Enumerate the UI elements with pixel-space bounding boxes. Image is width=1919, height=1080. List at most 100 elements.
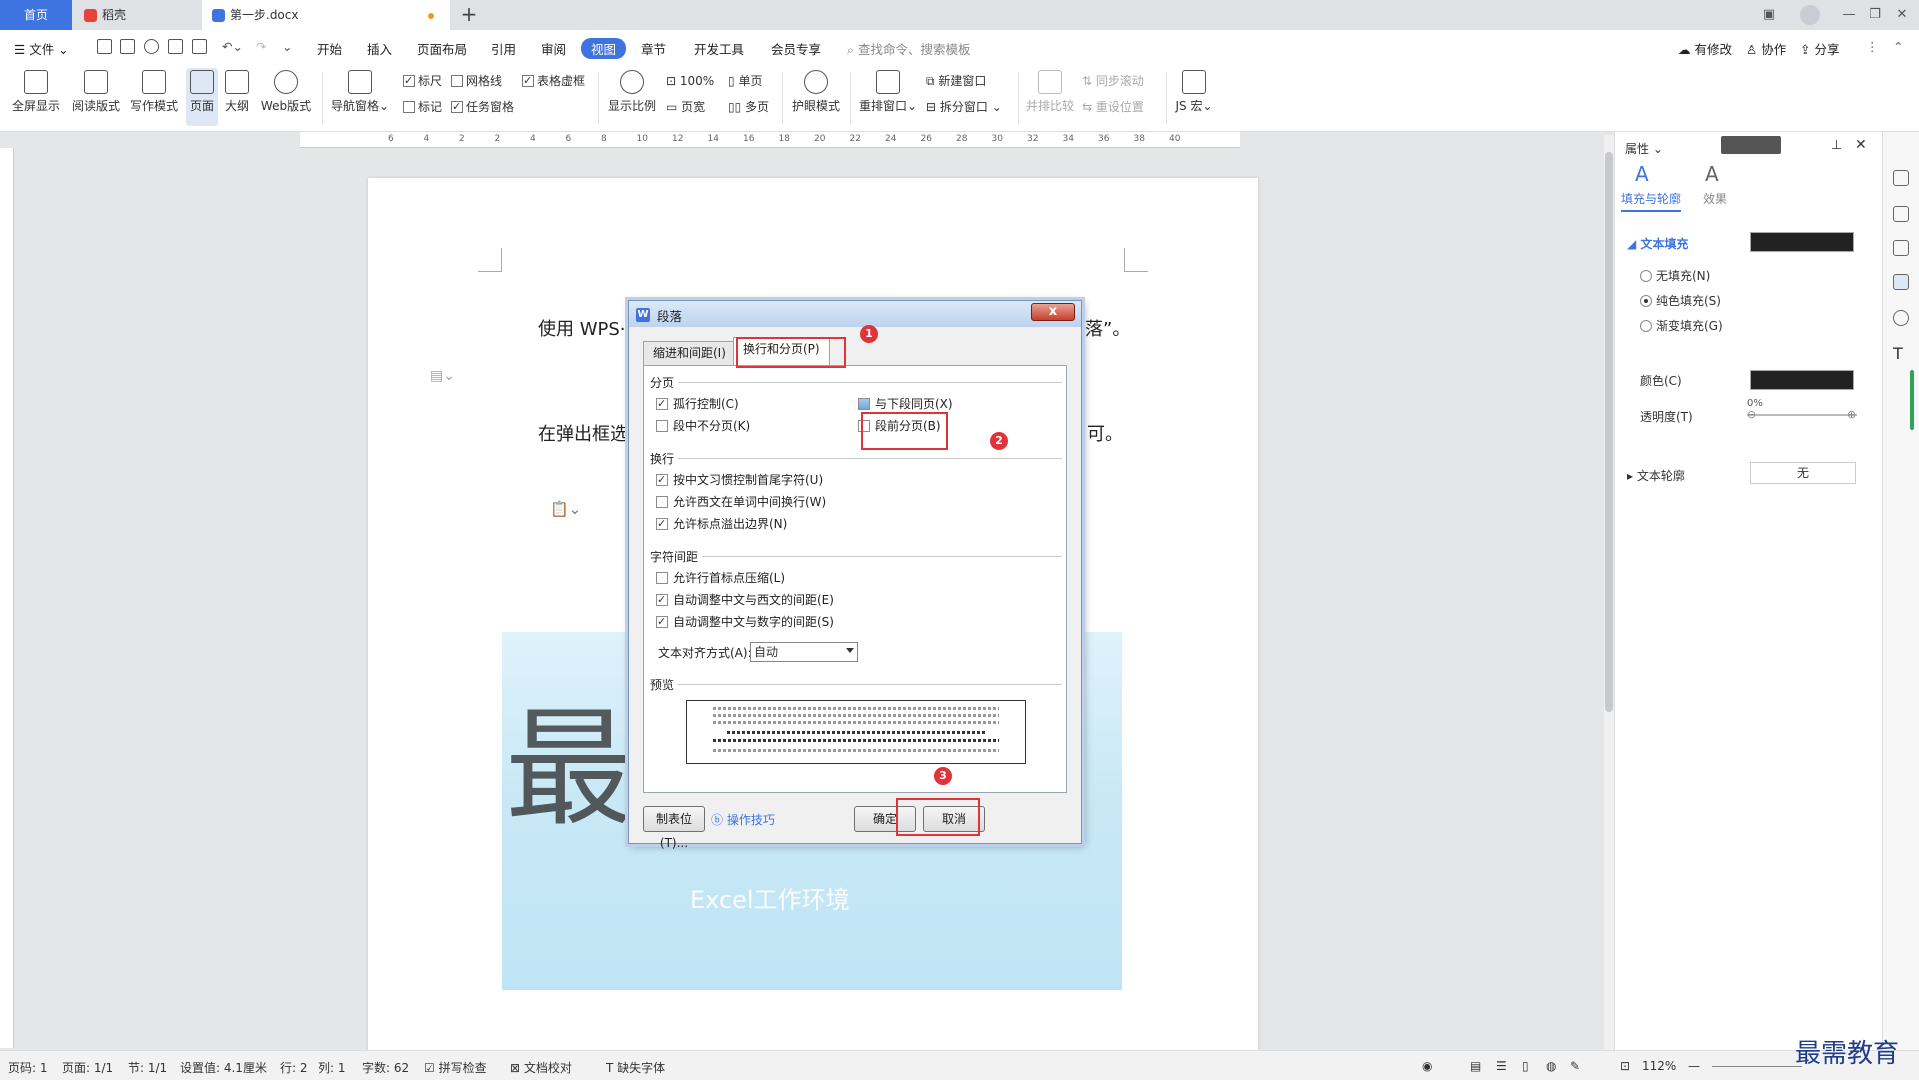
table-grid-checkbox[interactable]: 表格虚框 — [522, 72, 585, 90]
tab-home[interactable]: 首页 — [0, 0, 72, 30]
dialog-titlebar[interactable]: W 段落 x — [629, 301, 1081, 327]
page-view-status-icon[interactable]: ▤ — [1470, 1059, 1481, 1073]
page-width-button[interactable]: ▭ 页宽 — [666, 98, 705, 116]
zoom-100-button[interactable]: ⊡ 100% — [666, 72, 714, 90]
solid-fill-radio[interactable]: 纯色填充(S) — [1640, 292, 1721, 309]
panel-header[interactable]: 属性 ⌄ — [1625, 140, 1663, 157]
eye-mode-button[interactable]: 护眼模式 — [790, 68, 842, 114]
panel-style-selector[interactable] — [1721, 136, 1781, 154]
zoom-ratio-button[interactable]: 显示比例 — [606, 68, 658, 114]
gradient-fill-radio[interactable]: 渐变填充(G) — [1640, 317, 1723, 334]
plus-icon[interactable]: ⊕ — [1847, 408, 1856, 421]
new-window-button[interactable]: ⧉ 新建窗口 — [926, 72, 986, 90]
menu-insert[interactable]: 插入 — [367, 39, 392, 58]
panel-tab-fill[interactable]: 填充与轮廓 — [1621, 190, 1682, 212]
window-layout-icon[interactable]: ▣ — [1760, 6, 1778, 24]
text-align-select[interactable]: 自动 — [750, 642, 858, 662]
cursor-icon[interactable] — [1893, 240, 1909, 256]
menu-review[interactable]: 审阅 — [541, 39, 566, 58]
horizontal-ruler[interactable]: 6 4 2 2 4 6 8 10 12 14 16 18 20 22 24 26 28 30 32 34 36 38 40 — [300, 132, 1240, 148]
read-mode-button[interactable]: 阅读版式 — [70, 68, 122, 114]
rearrange-window-button[interactable]: 重排窗口⌄ — [858, 68, 918, 114]
zoom-out-icon[interactable]: — — [1688, 1059, 1700, 1073]
fullscreen-button[interactable]: 全屏显示 — [10, 68, 62, 114]
menu-references[interactable]: 引用 — [491, 39, 516, 58]
vertical-ruler[interactable] — [0, 148, 14, 1048]
menu-page-layout[interactable]: 页面布局 — [417, 39, 467, 58]
menu-view[interactable]: 视图 — [581, 38, 627, 59]
minimize-icon[interactable]: — — [1840, 6, 1858, 24]
format-painter-icon[interactable] — [144, 39, 159, 54]
text-fill-color-swatch[interactable] — [1750, 232, 1854, 252]
write-mode-button[interactable]: 写作模式 — [128, 68, 180, 114]
text-icon[interactable]: T — [1893, 344, 1909, 363]
cjk-rules-checkbox[interactable]: 按中文习惯控制首尾字符(U) — [656, 472, 823, 488]
pen-tool-icon[interactable] — [1893, 206, 1909, 222]
no-fill-radio[interactable]: 无填充(N) — [1640, 267, 1710, 284]
share-button[interactable]: ⇪ 分享 — [1800, 39, 1839, 58]
missing-font-button[interactable]: T 缺失字体 — [606, 1059, 665, 1076]
reset-position-button[interactable]: ⇆ 重设位置 — [1082, 98, 1144, 116]
print-preview-icon[interactable] — [192, 39, 207, 54]
search-command[interactable]: ⌕ 查找命令、搜索模板 — [847, 39, 971, 58]
shape-icon[interactable] — [1893, 170, 1909, 186]
auto-cn-number-checkbox[interactable]: 自动调整中文与数字的间距(S) — [656, 614, 834, 630]
doc-paragraph-1-start[interactable]: 使用 WPS· — [538, 315, 626, 341]
close-window-icon[interactable]: ✕ — [1893, 6, 1911, 24]
multi-page-button[interactable]: ▯▯ 多页 — [728, 98, 769, 116]
doc-paragraph-2-end[interactable]: 可。 — [1087, 420, 1123, 446]
minus-icon[interactable]: ⊖ — [1747, 408, 1756, 421]
pin-icon[interactable]: ⊥ — [1831, 138, 1842, 153]
eye-mode-status-icon[interactable]: ◉ — [1422, 1059, 1432, 1073]
status-row[interactable]: 行: 2 — [280, 1059, 308, 1076]
tips-link[interactable]: ⓑ 操作技巧 — [711, 811, 775, 828]
nav-pane-button[interactable]: 导航窗格⌄ — [330, 68, 390, 114]
dialog-close-button[interactable]: x — [1031, 303, 1075, 321]
color-swatch[interactable] — [1750, 370, 1854, 390]
status-col[interactable]: 列: 1 — [318, 1059, 346, 1076]
write-status-icon[interactable]: ✎ — [1570, 1059, 1580, 1073]
page-view-button[interactable]: 页面 — [186, 68, 218, 126]
save-icon[interactable] — [120, 39, 135, 54]
status-setting[interactable]: 设置值: 4.1厘米 — [180, 1059, 267, 1076]
zoom-level[interactable]: 112% — [1642, 1059, 1676, 1073]
new-tab-button[interactable]: + — [458, 4, 480, 26]
doc-paragraph-2-start[interactable]: 在弹出框选 — [538, 420, 628, 446]
doc-proof-button[interactable]: ⊠ 文档校对 — [510, 1059, 572, 1076]
tab-indent-spacing[interactable]: 缩进和间距(I) — [643, 341, 736, 365]
sync-scroll-button[interactable]: ⇅ 同步滚动 — [1082, 72, 1144, 90]
paragraph-options-icon[interactable]: ▤⌄ — [430, 368, 455, 384]
text-fill-section[interactable]: ◢ 文本填充 — [1627, 235, 1688, 252]
gridlines-checkbox[interactable]: 网格线 — [451, 72, 502, 90]
tab-document[interactable]: 第一步.docx — [202, 0, 450, 30]
ruler-checkbox[interactable]: 标尺 — [403, 72, 442, 90]
tab-stops-button[interactable]: 制表位(T)... — [643, 806, 705, 850]
menu-member[interactable]: 会员专享 — [771, 39, 821, 58]
mark-checkbox[interactable]: 标记 — [403, 98, 442, 116]
outline-status-icon[interactable]: ☰ — [1496, 1059, 1507, 1073]
status-section[interactable]: 节: 1/1 — [128, 1059, 167, 1076]
keep-lines-checkbox[interactable]: 段中不分页(K) — [656, 418, 750, 434]
collapse-ribbon-icon[interactable]: ⌃ — [1893, 39, 1903, 54]
restore-icon[interactable]: ❐ — [1866, 6, 1884, 24]
menu-chapter[interactable]: 章节 — [641, 39, 666, 58]
status-page[interactable]: 页面: 1/1 — [62, 1059, 113, 1076]
read-status-icon[interactable]: ▯ — [1522, 1059, 1529, 1073]
transparency-slider[interactable] — [1747, 414, 1857, 416]
collab-button[interactable]: ♙ 协作 — [1746, 39, 1786, 58]
web-layout-button[interactable]: Web版式 — [258, 68, 314, 114]
web-status-icon[interactable]: ◍ — [1546, 1059, 1556, 1073]
outline-select[interactable]: 无 — [1750, 462, 1856, 484]
panel-close-icon[interactable]: ✕ — [1855, 137, 1867, 153]
menu-file[interactable]: ☰ 文件 ⌄ — [14, 39, 69, 58]
auto-cn-western-checkbox[interactable]: 自动调整中文与西文的间距(E) — [656, 592, 834, 608]
outline-button[interactable]: 大纲 — [222, 68, 252, 114]
fit-page-icon[interactable]: ⊡ — [1620, 1059, 1630, 1073]
status-words[interactable]: 字数: 62 — [362, 1059, 409, 1076]
more-icon[interactable]: ⋮ — [1866, 39, 1879, 54]
new-doc-icon[interactable] — [97, 39, 112, 54]
task-pane-checkbox[interactable]: 任务窗格 — [451, 98, 514, 116]
panel-tab-effect[interactable]: 效果 — [1703, 190, 1727, 207]
widow-control-checkbox[interactable]: 孤行控制(C) — [656, 396, 739, 412]
menu-start[interactable]: 开始 — [317, 39, 342, 58]
